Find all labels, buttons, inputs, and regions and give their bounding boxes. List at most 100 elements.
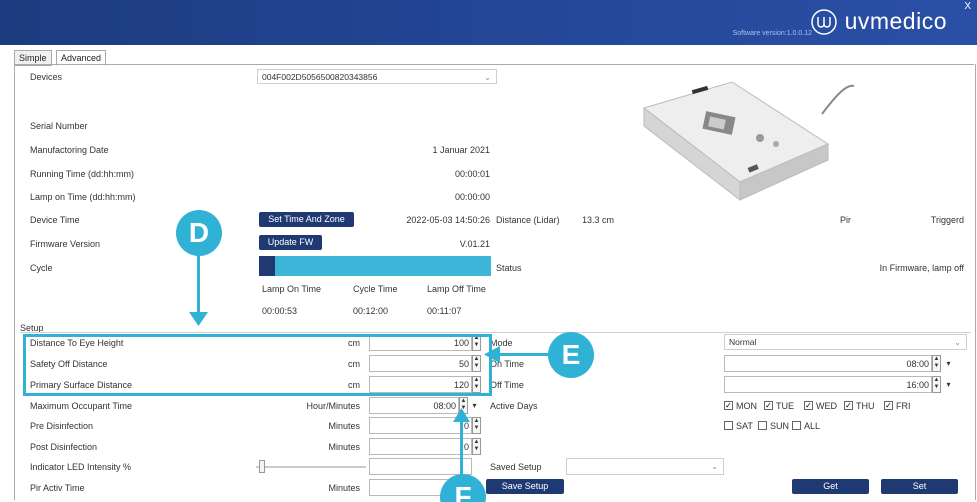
day-sun-checkbox[interactable]: SUN [758, 420, 789, 431]
day-label: TUE [776, 400, 794, 411]
post-disinfection-input[interactable]: 0 [369, 438, 472, 455]
pir-active-time-unit: Minutes [328, 483, 360, 493]
max-occupant-time-dropdown[interactable]: ▾ [470, 397, 479, 414]
manufacturing-date-value: 1 Januar 2021 [432, 145, 490, 155]
pre-disinfection-unit: Minutes [328, 421, 360, 431]
set-time-zone-button[interactable]: Set Time And Zone [259, 212, 354, 227]
running-time-value: 00:00:01 [454, 169, 490, 179]
day-sat-checkbox[interactable]: SAT [724, 420, 753, 431]
day-fri-checkbox[interactable]: ✓ FRI [884, 400, 911, 411]
logo-text: uvmedico [844, 8, 947, 34]
get-button[interactable]: Get [792, 479, 869, 494]
firmware-version-value: V.01.21 [459, 239, 490, 249]
checkbox-icon: ✓ [724, 401, 733, 411]
led-intensity-input[interactable] [369, 458, 472, 475]
led-intensity-slider[interactable] [259, 460, 265, 473]
lamp-on-time-label: Lamp on Time (dd:hh:mm) [30, 192, 136, 202]
day-label: WED [816, 400, 837, 411]
off-time-input[interactable]: 16:00 [724, 376, 932, 393]
arrow-d-line [197, 254, 200, 316]
saved-setup-label: Saved Setup [490, 462, 542, 472]
max-occupant-time-unit: Hour/Minutes [306, 401, 360, 411]
post-disinfection-label: Post Disinfection [30, 442, 98, 452]
on-time-dropdown[interactable]: ▾ [944, 355, 953, 372]
on-time-input[interactable]: 08:00 [724, 355, 932, 372]
cycle-header-lamp-off: Lamp Off Time [427, 284, 486, 294]
day-label: SUN [770, 420, 790, 431]
day-thu-checkbox[interactable]: ✓ THU [844, 400, 875, 411]
app-header: uvmedico Software version:1.0.0.12 X [0, 0, 977, 45]
pre-disinfection-stepper[interactable]: ▲ ▼ [472, 417, 481, 434]
manufacturing-date-label: Manufactoring Date [30, 145, 109, 155]
on-time-stepper[interactable]: ▲ ▼ [932, 355, 941, 372]
arrow-f-line [460, 420, 463, 478]
serial-number-label: Serial Number [30, 121, 88, 131]
pir-value: Triggerd [930, 215, 964, 225]
cycle-label: Cycle [30, 263, 53, 273]
devices-label: Devices [30, 72, 63, 82]
day-label: THU [856, 400, 875, 411]
cycle-progress-bar [259, 256, 491, 276]
arrow-down-icon [189, 312, 208, 326]
active-days-group: ✓ MON ✓ TUE ✓ WED ✓ THU ✓ FRI SAT SUN ALL [724, 400, 974, 436]
save-setup-button[interactable]: Save Setup [486, 479, 564, 494]
cycle-progress-fill [259, 256, 275, 276]
post-disinfection-unit: Minutes [328, 442, 360, 452]
checkbox-icon: ✓ [844, 401, 853, 411]
cycle-header-lamp-on: Lamp On Time [262, 284, 322, 294]
cycle-value-lamp-on: 00:00:53 [262, 306, 298, 316]
day-mon-checkbox[interactable]: ✓ MON [724, 400, 757, 411]
day-wed-checkbox[interactable]: ✓ WED [804, 400, 837, 411]
status-value: In Firmware, lamp off [879, 263, 964, 273]
device-time-label: Device Time [30, 215, 80, 225]
cycle-header-cycle-time: Cycle Time [353, 284, 398, 294]
post-disinfection-stepper[interactable]: ▲ ▼ [472, 438, 481, 455]
lamp-on-time-value: 00:00:00 [454, 192, 490, 202]
pre-disinfection-label: Pre Disinfection [30, 421, 94, 431]
devices-select-value: 004F002D5056500820343856 [262, 72, 378, 82]
checkbox-icon [792, 421, 801, 431]
active-days-label: Active Days [490, 401, 538, 411]
distance-lidar-value: 13.3 cm [582, 215, 615, 225]
day-all-checkbox[interactable]: ALL [792, 420, 820, 431]
pir-active-time-label: Pir Activ Time [30, 483, 85, 493]
update-fw-button[interactable]: Update FW [259, 235, 322, 250]
off-time-label: Off Time [490, 380, 524, 390]
set-button[interactable]: Set [881, 479, 958, 494]
arrow-e-line [496, 353, 554, 356]
close-icon[interactable]: X [964, 1, 971, 12]
off-time-stepper[interactable]: ▲ ▼ [932, 376, 941, 393]
mode-select[interactable]: Normal ⌄ [724, 334, 967, 350]
pir-label: Pir [840, 215, 851, 225]
annotation-f: F [440, 474, 486, 502]
checkbox-icon [758, 421, 767, 431]
running-time-label: Running Time (dd:hh:mm) [30, 169, 135, 179]
device-time-value: 2022-05-03 14:50:26 [406, 215, 490, 225]
devices-select[interactable]: 004F002D5056500820343856 ⌄ [257, 69, 497, 84]
software-version: Software version:1.0.0.12 [732, 30, 812, 37]
checkbox-icon: ✓ [804, 401, 813, 411]
arrow-left-icon [484, 346, 500, 363]
max-occupant-time-input[interactable]: 08:00 [369, 397, 459, 414]
cycle-value-cycle-time: 00:12:00 [353, 306, 389, 316]
chevron-down-icon: ⌄ [484, 73, 491, 82]
uv-logo-icon [811, 9, 837, 35]
off-time-dropdown[interactable]: ▾ [944, 376, 953, 393]
day-label: MON [736, 400, 757, 411]
checkbox-icon: ✓ [764, 401, 773, 411]
checkbox-icon: ✓ [884, 401, 893, 411]
chevron-down-icon: ⌄ [954, 338, 961, 347]
saved-setup-select[interactable]: ⌄ [566, 458, 724, 475]
day-tue-checkbox[interactable]: ✓ TUE [764, 400, 794, 411]
setup-divider [20, 332, 971, 333]
annotation-e: E [548, 332, 594, 378]
chevron-down-icon: ⌄ [711, 462, 718, 471]
day-label: SAT [736, 420, 753, 431]
day-label: FRI [896, 400, 911, 411]
firmware-version-label: Firmware Version [30, 239, 101, 249]
annotation-d: D [176, 210, 222, 256]
mode-select-value: Normal [729, 337, 757, 347]
status-label: Status [496, 263, 522, 273]
cycle-value-lamp-off: 00:11:07 [427, 306, 462, 316]
led-intensity-label: Indicator LED Intensity % [30, 462, 132, 472]
